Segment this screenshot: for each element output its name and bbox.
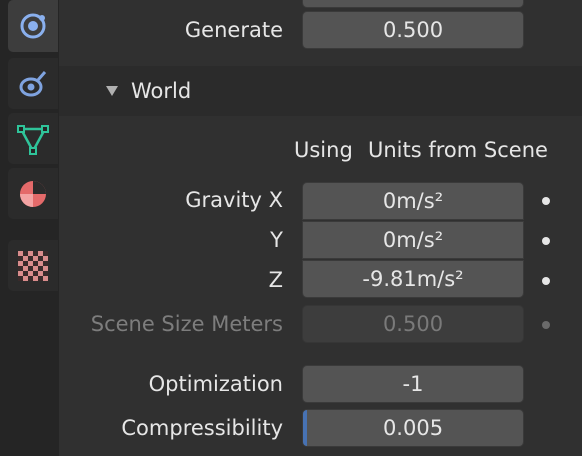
optimization-value: -1 (402, 372, 424, 396)
tab-object-data[interactable] (8, 113, 58, 164)
generate-label: Generate (184, 18, 283, 42)
generate-field[interactable]: 0.500 (302, 11, 524, 49)
gravity-x-label: Gravity X (185, 188, 283, 212)
gravity-y-label: Y (270, 228, 283, 252)
gravity-x-keyframe-dot[interactable] (542, 197, 550, 205)
tab-texture[interactable] (8, 240, 58, 291)
compressibility-value: 0.005 (382, 416, 444, 440)
material-icon (20, 180, 46, 207)
gravity-z-label: Z (268, 268, 283, 292)
gravity-y-keyframe-dot[interactable] (542, 237, 550, 245)
world-section-title: World (131, 79, 192, 103)
scene-size-meters-field[interactable]: 0.500 (302, 305, 524, 343)
tab-physics[interactable] (8, 0, 58, 52)
gravity-x-field[interactable]: 0m/s² (302, 182, 524, 220)
gravity-z-keyframe-dot[interactable] (542, 277, 550, 285)
gravity-y-value: 0m/s² (382, 228, 444, 252)
gravity-x-value: 0m/s² (382, 189, 444, 213)
scene-size-meters-value: 0.500 (382, 312, 444, 336)
compressibility-label: Compressibility (121, 416, 283, 440)
object-data-icon (17, 124, 49, 155)
gravity-z-field[interactable]: -9.81m/s² (302, 260, 524, 298)
compressibility-fill (303, 410, 307, 446)
units-from-scene-value: Units from Scene (368, 138, 548, 162)
properties-editor: Generate 0.500 World Using Units from Sc… (0, 0, 582, 456)
texture-icon (18, 250, 48, 281)
tab-constraints[interactable] (8, 58, 58, 109)
tab-material[interactable] (8, 168, 58, 219)
scene-size-meters-label: Scene Size Meters (90, 312, 283, 336)
optimization-label: Optimization (148, 372, 283, 396)
compressibility-slider[interactable]: 0.005 (302, 409, 524, 447)
optimization-field[interactable]: -1 (302, 365, 524, 403)
using-label: Using (294, 138, 353, 162)
constraints-icon (19, 70, 47, 96)
physics-icon (20, 13, 46, 39)
generate-value: 0.500 (382, 18, 444, 42)
properties-tab-strip (0, 0, 59, 456)
previous-field[interactable] (302, 0, 524, 8)
collapse-triangle-icon[interactable] (106, 86, 118, 96)
scene-size-keyframe-dot[interactable] (542, 321, 550, 329)
gravity-y-field[interactable]: 0m/s² (302, 221, 524, 259)
gravity-z-value: -9.81m/s² (362, 267, 464, 291)
